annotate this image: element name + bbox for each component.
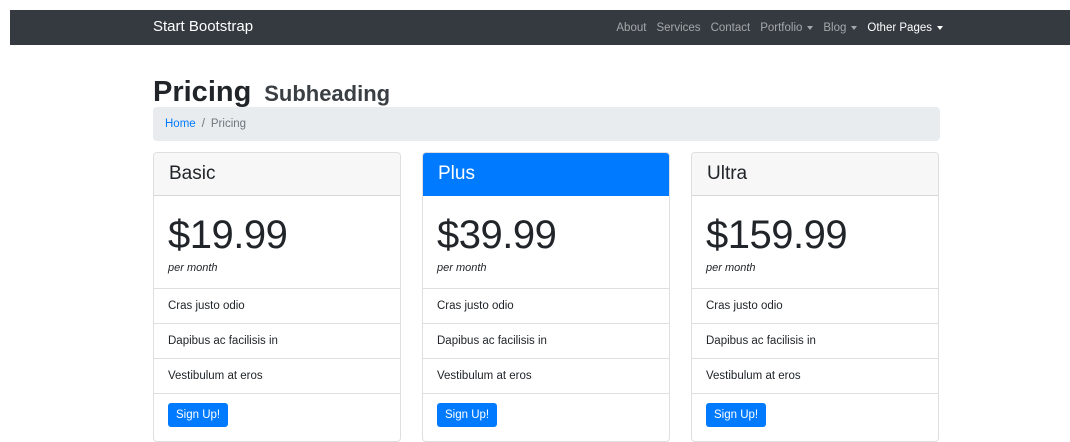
card-footer: Sign Up! xyxy=(692,394,938,427)
nav-dropdown-other-pages[interactable]: Other Pages xyxy=(867,22,943,34)
plan-feature: Dapibus ac facilisis in xyxy=(423,324,669,359)
pricing-card-ultra: Ultra $159.99 per month Cras justo odio … xyxy=(691,152,939,442)
navbar-brand[interactable]: Start Bootstrap xyxy=(153,18,253,35)
plan-feature: Vestibulum at eros xyxy=(154,359,400,394)
plan-period: per month xyxy=(706,262,756,274)
nav-link-label: Other Pages xyxy=(867,21,932,34)
sign-up-button[interactable]: Sign Up! xyxy=(706,403,767,427)
nav-link-about[interactable]: About xyxy=(616,22,646,34)
card-footer: Sign Up! xyxy=(423,394,669,427)
plan-feature: Cras justo odio xyxy=(423,289,669,324)
pricing-card-plus: Plus $39.99 per month Cras justo odio Da… xyxy=(422,152,670,442)
breadcrumb: Home / Pricing xyxy=(153,107,940,141)
nav-link-label: Services xyxy=(656,21,701,34)
nav-dropdown-blog[interactable]: Blog xyxy=(823,21,858,34)
breadcrumb-home-link[interactable]: Home xyxy=(165,118,196,130)
pricing-card-basic: Basic $19.99 per month Cras justo odio D… xyxy=(153,152,401,442)
sign-up-button[interactable]: Sign Up! xyxy=(437,403,498,427)
caret-down-icon xyxy=(807,25,814,30)
plan-period: per month xyxy=(437,262,487,274)
page-subheading: Subheading xyxy=(264,81,391,106)
plan-period: per month xyxy=(168,262,218,274)
nav-link-label: Portfolio xyxy=(760,21,803,34)
plan-price: $19.99 xyxy=(168,213,288,257)
plan-feature: Vestibulum at eros xyxy=(423,359,669,394)
nav-link-label: Blog xyxy=(823,21,847,34)
plan-name: Plus xyxy=(423,153,669,196)
plan-name: Ultra xyxy=(692,153,938,196)
plan-feature: Dapibus ac facilisis in xyxy=(154,324,400,359)
card-footer: Sign Up! xyxy=(154,394,400,427)
plan-price: $39.99 xyxy=(437,213,557,257)
plan-price-block: $19.99 per month xyxy=(154,196,400,289)
plan-price: $159.99 xyxy=(706,213,848,257)
plan-name: Basic xyxy=(154,153,400,196)
breadcrumb-separator: / xyxy=(201,118,205,130)
caret-down-icon xyxy=(937,25,943,30)
plan-price-block: $39.99 per month xyxy=(423,196,669,289)
sign-up-button[interactable]: Sign Up! xyxy=(168,403,229,427)
breadcrumb-current: Pricing xyxy=(210,118,247,130)
navbar: Start Bootstrap About Services Contact P… xyxy=(10,10,1070,45)
nav-dropdown-portfolio[interactable]: Portfolio xyxy=(760,21,814,34)
plan-feature: Cras justo odio xyxy=(692,289,938,324)
caret-down-icon xyxy=(851,25,858,30)
page-title-main: Pricing xyxy=(153,76,252,108)
plan-feature: Dapibus ac facilisis in xyxy=(692,324,938,359)
nav-link-services[interactable]: Services xyxy=(656,22,700,34)
nav-link-label: About xyxy=(616,21,647,34)
plan-price-block: $159.99 per month xyxy=(692,196,938,289)
page-title: Pricing Subheading xyxy=(153,72,390,109)
nav-link-contact[interactable]: Contact xyxy=(711,22,751,34)
plan-feature: Vestibulum at eros xyxy=(692,359,938,394)
plan-feature: Cras justo odio xyxy=(154,289,400,324)
nav-links: About Services Contact Portfolio Blog Ot… xyxy=(606,10,943,45)
nav-link-label: Contact xyxy=(710,21,751,34)
